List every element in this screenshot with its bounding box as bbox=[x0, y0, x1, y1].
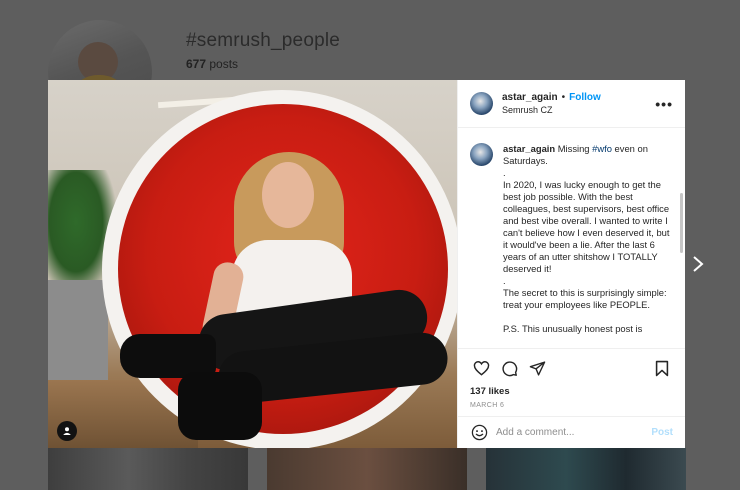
grid-thumbnail[interactable] bbox=[267, 448, 467, 490]
caption-username[interactable]: astar_again bbox=[503, 143, 555, 154]
comment-icon[interactable] bbox=[498, 357, 520, 379]
more-options-icon[interactable]: ••• bbox=[655, 96, 673, 112]
post-comment-button[interactable]: Post bbox=[651, 427, 673, 438]
post-side-panel: astar_again • Follow Semrush CZ ••• asta… bbox=[457, 80, 685, 448]
post-header: astar_again • Follow Semrush CZ ••• bbox=[458, 80, 685, 128]
separator-dot: • bbox=[561, 92, 566, 103]
grid-thumbnail[interactable] bbox=[48, 448, 248, 490]
heart-icon[interactable] bbox=[470, 357, 492, 379]
post-actions: 137 likes MARCH 6 bbox=[458, 348, 685, 418]
caption-text: astar_again Missing #wfo even on Saturda… bbox=[503, 143, 670, 334]
bookmark-icon[interactable] bbox=[651, 357, 673, 379]
location-link[interactable]: Semrush CZ bbox=[502, 105, 601, 115]
comment-input[interactable]: Add a comment... bbox=[496, 427, 651, 438]
caption-author-avatar[interactable] bbox=[470, 143, 493, 166]
post-modal: astar_again • Follow Semrush CZ ••• asta… bbox=[48, 80, 685, 448]
chevron-right-icon[interactable] bbox=[690, 256, 706, 272]
posts-count: 677 posts bbox=[186, 57, 239, 71]
follow-button[interactable]: Follow bbox=[569, 92, 601, 103]
author-avatar[interactable] bbox=[470, 92, 493, 115]
likes-count[interactable]: 137 likes bbox=[470, 386, 673, 397]
scrollbar[interactable] bbox=[680, 193, 683, 253]
hashtag-title: #semrush_people bbox=[186, 30, 341, 51]
user-tag-icon[interactable] bbox=[57, 421, 77, 441]
emoji-icon[interactable] bbox=[470, 424, 488, 442]
comment-box: Add a comment... Post bbox=[458, 416, 685, 448]
post-photo[interactable] bbox=[48, 80, 457, 448]
share-icon[interactable] bbox=[526, 357, 548, 379]
grid-thumbnail[interactable] bbox=[486, 448, 686, 490]
hashtag-link[interactable]: #wfo bbox=[592, 143, 612, 154]
post-date[interactable]: MARCH 6 bbox=[470, 402, 673, 409]
caption-scroll-area[interactable]: astar_again Missing #wfo even on Saturda… bbox=[458, 129, 685, 348]
author-username[interactable]: astar_again bbox=[502, 92, 558, 103]
